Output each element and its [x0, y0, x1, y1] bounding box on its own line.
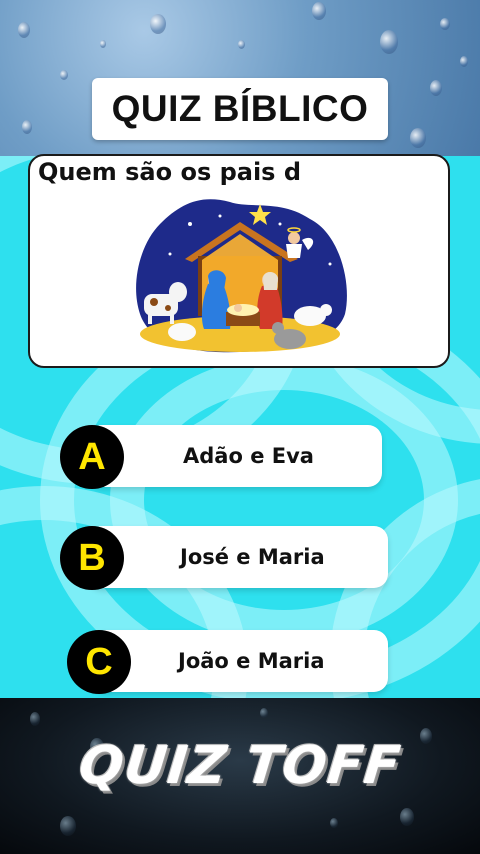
answer-c-badge[interactable]: C — [67, 630, 131, 694]
answer-a-text: Adão e Eva — [183, 444, 314, 468]
question-card: Quem são os pais d — [28, 154, 450, 368]
answer-c-letter: C — [85, 640, 113, 683]
quiz-title-box: QUIZ BÍBLICO — [92, 78, 388, 140]
answer-a-badge[interactable]: A — [60, 425, 124, 489]
answer-b-badge[interactable]: B — [60, 526, 124, 590]
brand-logo-text: QUIZ TOFF — [76, 736, 404, 796]
answer-b-letter: B — [78, 536, 106, 579]
quiz-title: QUIZ BÍBLICO — [111, 88, 369, 129]
answer-option-b[interactable]: José e Maria — [88, 526, 388, 588]
answer-option-c[interactable]: João e Maria — [92, 630, 388, 692]
question-text: Quem são os pais d — [38, 158, 302, 186]
answer-c-text: João e Maria — [178, 649, 325, 673]
answer-b-text: José e Maria — [180, 545, 325, 569]
answer-a-letter: A — [78, 435, 106, 478]
nativity-scene-image — [136, 199, 347, 353]
answer-option-a[interactable]: Adão e Eva — [88, 425, 382, 487]
